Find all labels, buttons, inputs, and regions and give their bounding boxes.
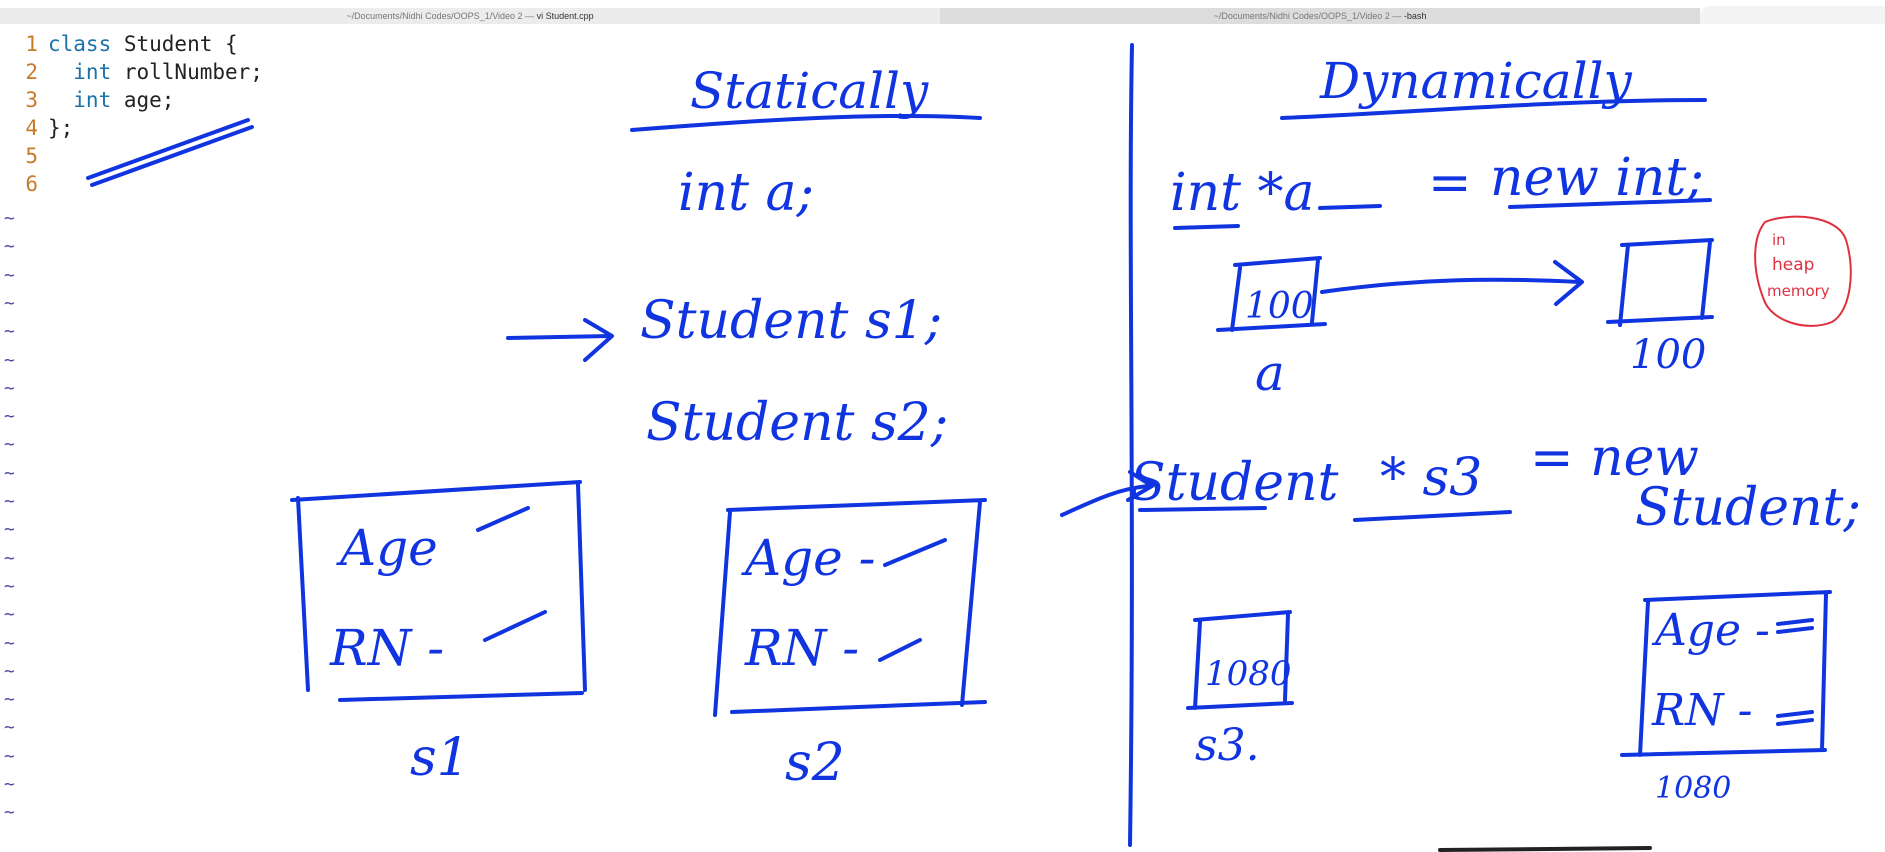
box3-age-label: Age - [1651,605,1770,656]
box2-age-value-stroke [883,538,947,567]
heap-note-line-3: memory [1767,282,1830,300]
box2-rn-label: RN - [744,619,859,677]
heap-note-line-2: heap [1772,255,1814,275]
stmt2-pointer-underline [1353,510,1512,522]
annotation-layer: Statically int a; Student s1; Student s2… [86,43,1861,852]
statically-heading: Statically [690,62,929,120]
heap-int-address: 100 [1630,332,1706,378]
scroll-indicator[interactable] [1438,846,1652,852]
decl-student-s1: Student s1; [640,291,942,351]
box3-rn-label: RN - [1651,685,1752,736]
divider-line [1128,43,1134,847]
stmt2-rhs: Student; [1635,478,1861,538]
pointer-a-value: 100 [1245,286,1314,327]
heap-int-box [1606,238,1714,327]
heap-note-line-1: in [1772,231,1786,249]
stmt2-pointer: * s3 [1380,448,1482,508]
pointer-s3-name: s3. [1195,720,1260,771]
box3-age-value-stroke [1776,618,1814,634]
box1-rn-value-stroke [483,610,547,642]
box2-rn-value-stroke [878,638,922,662]
statically-underline [630,113,982,132]
box1-rn-label: RN - [329,619,444,677]
box2-name: s2 [785,733,845,793]
stmt1-lhs: int *a [1170,163,1315,223]
decl-int-a: int a; [678,163,814,223]
code-underline-stroke [86,118,254,187]
arrow-to-heap-int [1320,260,1584,306]
box3-rn-value-stroke [1776,710,1814,726]
box1-age-value-stroke [476,506,530,532]
arrow-to-s1 [506,318,614,362]
heap-student-address: 1080 [1655,771,1731,806]
stmt1-rhs: new int; [1490,148,1704,208]
pointer-s3-value: 1080 [1205,654,1292,694]
decl-student-s2: Student s2; [646,393,948,453]
box1-name: s1 [410,728,470,788]
box2-age-label: Age - [741,529,876,587]
box1-age-label: Age [336,519,438,577]
stmt1-equals: = [1428,153,1472,213]
stmt2-lhs: Student [1130,453,1339,513]
stmt2-lhs-underline [1138,506,1267,512]
pointer-a-name: a [1255,344,1285,402]
